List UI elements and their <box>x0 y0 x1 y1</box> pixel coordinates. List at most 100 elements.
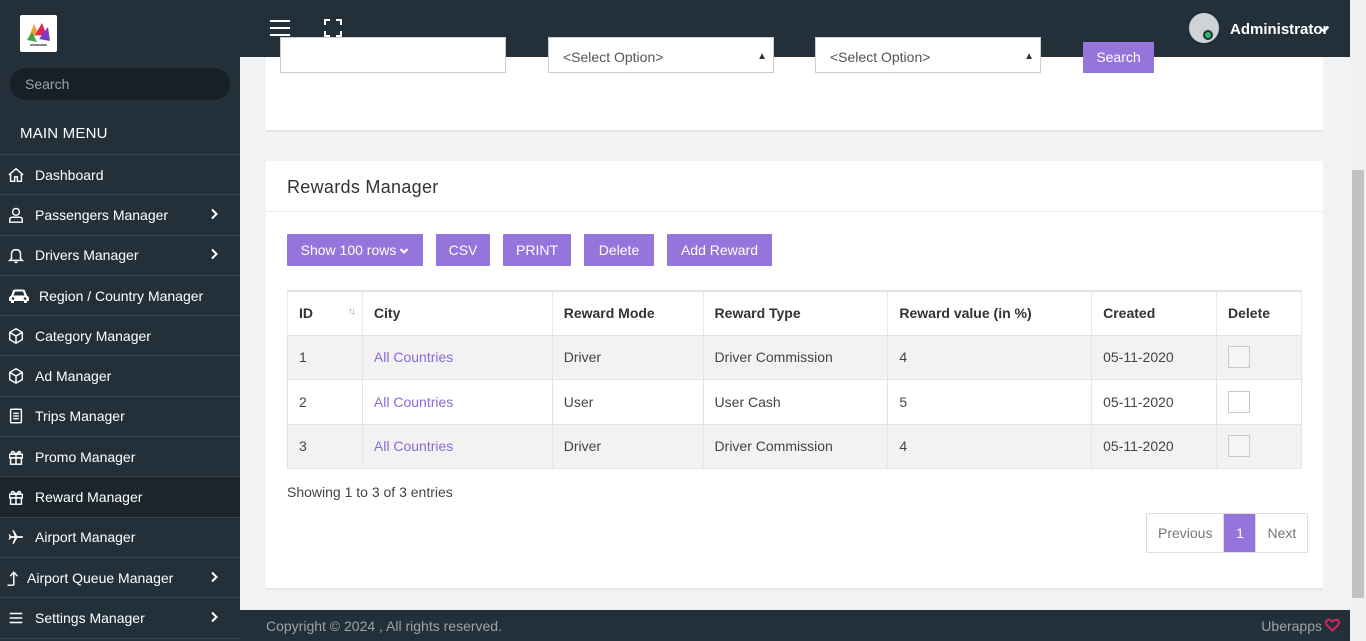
sidebar-item-region[interactable]: Region / Country Manager <box>0 276 240 317</box>
cell-type: Driver Commission <box>703 335 889 380</box>
column-header-id[interactable]: ID ↑↓ <box>287 290 363 336</box>
sidebar-item-dashboard[interactable]: Dashboard <box>0 155 240 196</box>
select-caret-icon: ▲▼ <box>1024 51 1034 62</box>
column-header-created[interactable]: Created <box>1091 290 1218 336</box>
filter-text-input[interactable] <box>280 37 506 73</box>
divider <box>266 211 1323 212</box>
column-header-delete: Delete <box>1216 290 1302 336</box>
cell-value: 5 <box>887 379 1093 425</box>
cell-type: Driver Commission <box>703 424 889 469</box>
csv-button[interactable]: CSV <box>436 234 490 266</box>
column-header-reward-mode[interactable]: Reward Mode <box>552 290 704 336</box>
show-rows-button[interactable]: Show 100 rows <box>287 234 423 266</box>
column-header-reward-value[interactable]: Reward value (in %) <box>887 290 1093 336</box>
cell-id: 1 <box>287 335 363 380</box>
home-icon <box>4 166 28 184</box>
scrollbar-thumb[interactable] <box>1352 170 1364 598</box>
table-row: 3 All Countries Driver Driver Commission… <box>287 424 1302 469</box>
sidebar-item-trips[interactable]: Trips Manager <box>0 397 240 438</box>
select-caret-icon: ▲▼ <box>757 51 767 62</box>
city-link[interactable]: All Countries <box>374 438 453 454</box>
sidebar-item-label: Ad Manager <box>35 368 112 385</box>
delete-checkbox[interactable] <box>1228 435 1251 458</box>
delete-checkbox[interactable] <box>1228 346 1251 369</box>
user-menu-name[interactable]: Administrator <box>1230 21 1328 38</box>
rewards-table: ID ↑↓ City Reward Mode Reward Type Reward… <box>287 290 1302 469</box>
brand-link[interactable]: Uberapps <box>1261 618 1322 634</box>
sidebar-item-ad[interactable]: Ad Manager <box>0 356 240 397</box>
pagination-previous[interactable]: Previous <box>1147 514 1225 552</box>
sidebar-item-label: Dashboard <box>35 166 104 183</box>
cell-city: All Countries <box>362 379 553 425</box>
table-info: Showing 1 to 3 of 3 entries <box>287 484 453 500</box>
page-title: Rewards Manager <box>287 177 439 197</box>
sidebar-item-passengers[interactable]: Passengers Manager <box>0 195 240 236</box>
sidebar-item-label: Category Manager <box>35 327 151 344</box>
sidebar-item-label: Airport Queue Manager <box>27 569 174 586</box>
chevron-down-icon[interactable] <box>1318 22 1330 40</box>
chevron-down-icon <box>399 235 409 267</box>
cube-icon <box>4 367 28 385</box>
print-button[interactable]: PRINT <box>503 234 571 266</box>
gift-icon <box>4 488 28 506</box>
hamburger-icon[interactable] <box>269 17 291 39</box>
pagination-page-current[interactable]: 1 <box>1224 514 1256 552</box>
cell-mode: Driver <box>552 424 704 469</box>
delete-button[interactable]: Delete <box>584 234 654 266</box>
city-link[interactable]: All Countries <box>374 394 453 410</box>
sidebar-item-category[interactable]: Category Manager <box>0 316 240 357</box>
filter-select-2[interactable]: <Select Option> ▲▼ <box>815 37 1041 73</box>
plane-icon <box>4 528 28 546</box>
sidebar-item-settings[interactable]: Settings Manager <box>0 598 240 639</box>
user-icon <box>4 206 28 224</box>
cell-id: 3 <box>287 424 363 469</box>
sidebar-menu: Dashboard Passengers Manager Drivers Man… <box>0 154 240 639</box>
sidebar-item-label: Promo Manager <box>35 448 136 465</box>
filter-search-button[interactable]: Search <box>1083 42 1154 73</box>
cell-type: User Cash <box>703 379 889 425</box>
chevron-right-icon <box>208 247 220 263</box>
cell-mode: Driver <box>552 335 704 380</box>
rewards-card: Rewards Manager Show 100 rows CSV PRINT … <box>266 161 1323 590</box>
car-icon <box>6 287 32 305</box>
table-row: 2 All Countries User User Cash 5 05-11-2… <box>287 379 1302 425</box>
sidebar-item-promo[interactable]: Promo Manager <box>0 437 240 478</box>
cell-delete <box>1216 424 1302 469</box>
app-logo[interactable] <box>20 15 57 52</box>
footer: Copyright © 2024 , All rights reserved. … <box>240 610 1350 641</box>
cell-city: All Countries <box>362 335 553 380</box>
heart-icon <box>1325 618 1340 637</box>
column-header-city[interactable]: City <box>362 290 553 336</box>
sidebar-search-input[interactable] <box>10 68 230 100</box>
arrow-up-icon <box>4 569 20 587</box>
sidebar-item-drivers[interactable]: Drivers Manager <box>0 236 240 276</box>
filter-select-value: <Select Option> <box>563 49 664 65</box>
online-status-dot <box>1203 30 1213 40</box>
cell-id: 2 <box>287 379 363 425</box>
add-reward-button[interactable]: Add Reward <box>667 234 772 266</box>
sidebar-item-label: Reward Manager <box>35 489 143 506</box>
pagination-next[interactable]: Next <box>1255 514 1307 552</box>
sidebar-item-reward[interactable]: Reward Manager <box>0 477 240 518</box>
sidebar-item-label: Airport Manager <box>35 529 136 546</box>
cell-value: 4 <box>887 335 1093 380</box>
sidebar-item-airport-queue[interactable]: Airport Queue Manager <box>0 558 240 599</box>
filter-select-value: <Select Option> <box>830 49 931 65</box>
sidebar-item-label: Drivers Manager <box>35 247 139 264</box>
city-link[interactable]: All Countries <box>374 349 453 365</box>
chevron-right-icon <box>208 570 220 586</box>
sort-icon: ↑↓ <box>347 306 356 317</box>
cell-city: All Countries <box>362 424 553 469</box>
column-header-reward-type[interactable]: Reward Type <box>703 290 889 336</box>
document-icon <box>4 407 28 425</box>
fullscreen-icon[interactable] <box>322 17 344 39</box>
filter-select-1[interactable]: <Select Option> ▲▼ <box>548 37 774 73</box>
show-rows-label: Show 100 rows <box>300 242 397 258</box>
sidebar-item-airport[interactable]: Airport Manager <box>0 518 240 558</box>
sidebar-item-label: Passengers Manager <box>35 206 169 223</box>
gift-icon <box>4 448 28 466</box>
delete-checkbox[interactable] <box>1228 390 1251 413</box>
cell-value: 4 <box>887 424 1093 469</box>
cube-icon <box>4 327 28 345</box>
chevron-right-icon <box>208 610 220 626</box>
